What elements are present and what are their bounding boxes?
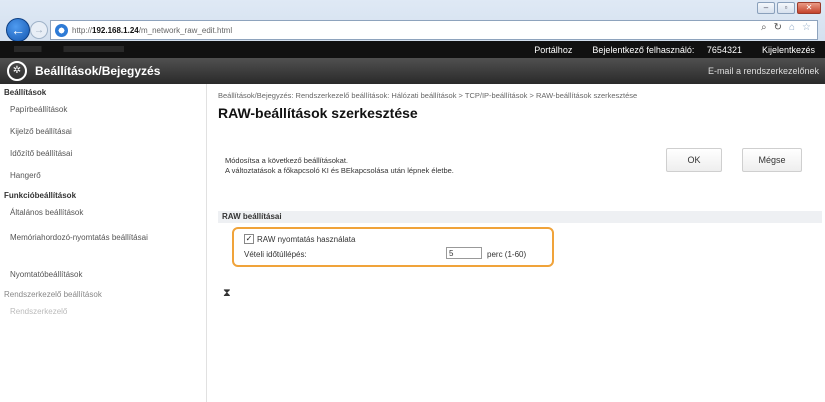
forward-button[interactable]: → bbox=[30, 21, 48, 39]
main-content: Beállítások/Bejegyzés: Rendszerkezelő be… bbox=[218, 84, 822, 299]
url-path: /m_network_raw_edit.html bbox=[138, 25, 233, 35]
use-raw-row: ✓ RAW nyomtatás használata bbox=[244, 234, 355, 244]
home-icon[interactable]: ⌂ bbox=[789, 22, 795, 33]
page-title: RAW-beállítások szerkesztése bbox=[218, 105, 418, 121]
sidebar-heading-functions: Funkcióbeállítások bbox=[4, 191, 77, 200]
sidebar-item-admin-faded[interactable]: Rendszerkezelő bbox=[0, 301, 206, 323]
sidebar: Beállítások Papírbeállítások Kijelző beá… bbox=[0, 84, 207, 402]
back-button[interactable]: ← bbox=[6, 18, 30, 42]
timeout-row: Vételi időtúllépés: 5 perc (1-60) bbox=[244, 247, 526, 259]
sidebar-item-timer[interactable]: Időzítő beállításai bbox=[0, 143, 206, 165]
highlight-box bbox=[232, 227, 554, 267]
breadcrumb: Beállítások/Bejegyzés: Rendszerkezelő be… bbox=[218, 91, 638, 100]
refresh-icon[interactable]: ↻ bbox=[774, 22, 782, 33]
ie-logo-icon bbox=[55, 23, 68, 37]
timeout-label: Vételi időtúllépés: bbox=[244, 250, 307, 259]
minimize-icon[interactable]: – bbox=[757, 2, 775, 14]
settings-gear-icon: ✲ bbox=[7, 61, 27, 81]
address-bar[interactable]: http:// 192.168.1.24 /m_network_raw_edit… bbox=[50, 20, 818, 40]
cancel-button[interactable]: Mégse bbox=[742, 148, 802, 172]
timeout-input[interactable]: 5 bbox=[446, 247, 482, 259]
window-controls: – ▫ ✕ bbox=[757, 2, 821, 14]
sidebar-item-paper[interactable]: Papírbeállítások bbox=[0, 99, 206, 121]
instructions-line-2: A változtatások a főkapcsoló KI és BEkap… bbox=[225, 166, 454, 175]
close-icon[interactable]: ✕ bbox=[797, 2, 821, 14]
logout-link[interactable]: Kijelentkezés bbox=[762, 45, 815, 55]
sidebar-heading-admin[interactable]: Rendszerkezelő beállítások bbox=[0, 286, 206, 301]
session-bar: Portálhoz Bejelentkező felhasználó: 7654… bbox=[0, 41, 825, 58]
timeout-unit: perc (1-60) bbox=[487, 250, 527, 259]
app-title: Beállítások/Bejegyzés bbox=[35, 64, 161, 78]
section-divider-icon[interactable]: ⧗ bbox=[223, 287, 231, 300]
sidebar-heading-settings: Beállítások bbox=[4, 88, 47, 97]
logged-in-user-label: Bejelentkező felhasználó: 7654321 bbox=[592, 44, 742, 55]
maximize-icon[interactable]: ▫ bbox=[777, 2, 795, 14]
sidebar-item-display[interactable]: Kijelző beállításai bbox=[0, 121, 206, 143]
email-admin-link[interactable]: E-mail a rendszerkezelőnek bbox=[708, 66, 819, 76]
url-host: 192.168.1.24 bbox=[92, 25, 139, 35]
favorites-star-icon[interactable]: ☆ bbox=[802, 22, 811, 33]
ok-button[interactable]: OK bbox=[666, 148, 722, 172]
use-raw-checkbox[interactable]: ✓ bbox=[244, 234, 254, 244]
raw-settings-heading: RAW beállításai bbox=[218, 211, 822, 223]
instructions-line-1: Módosítsa a következő beállításokat. bbox=[225, 156, 348, 165]
user-id: 7654321 bbox=[706, 44, 742, 55]
use-raw-label: RAW nyomtatás használata bbox=[257, 234, 356, 244]
url-prefix: http:// bbox=[72, 25, 93, 35]
device-name-blurred bbox=[14, 46, 124, 52]
portal-link[interactable]: Portálhoz bbox=[534, 45, 572, 55]
sidebar-item-general[interactable]: Általános beállítások bbox=[0, 202, 206, 224]
address-tools: ⌕ ↻ ⌂ ☆ bbox=[761, 22, 811, 33]
sidebar-item-volume[interactable]: Hangerő bbox=[0, 165, 206, 187]
app-header: ✲ Beállítások/Bejegyzés E-mail a rendsze… bbox=[0, 58, 825, 84]
sidebar-item-printer[interactable]: Nyomtatóbeállítások bbox=[0, 264, 206, 286]
search-icon[interactable]: ⌕ bbox=[761, 22, 767, 33]
instructions: Módosítsa a következő beállításokat. A v… bbox=[225, 156, 454, 176]
sidebar-item-media-print[interactable]: Memóriahordozó-nyomtatás beállításai bbox=[0, 224, 206, 264]
